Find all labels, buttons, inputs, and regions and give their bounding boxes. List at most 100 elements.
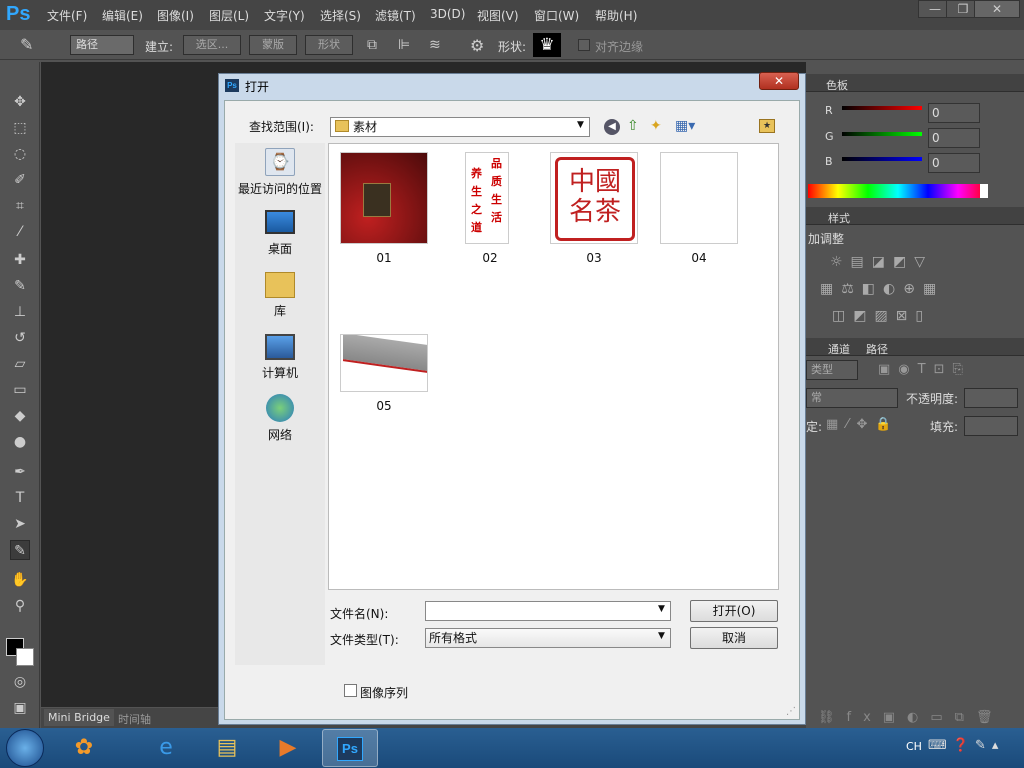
brush-tool-icon[interactable]: ✎ (10, 276, 30, 296)
crown-shape-icon[interactable]: ♛ (533, 33, 561, 57)
image-sequence-checkbox[interactable] (344, 684, 357, 697)
adjustment-icons-row-3[interactable]: ◫◩▨⊠▯ (832, 308, 931, 324)
b-value-field[interactable]: 0 (928, 153, 980, 173)
menu-edit[interactable]: 编辑(E) (102, 7, 143, 24)
healing-brush-tool-icon[interactable]: ✚ (10, 250, 30, 270)
path-selection-tool-icon[interactable]: ➤ (10, 514, 30, 534)
menu-image[interactable]: 图像(I) (157, 7, 194, 24)
back-icon[interactable]: ◀ (604, 119, 620, 135)
menu-select[interactable]: 选择(S) (320, 7, 361, 24)
gear-icon[interactable]: ⚙ (470, 36, 484, 55)
align-edges-checkbox[interactable] (578, 39, 590, 51)
make-shape-button[interactable]: 形状 (305, 35, 353, 55)
path-alignment-icon[interactable]: ⊫ (398, 37, 410, 53)
menu-layer[interactable]: 图层(L) (209, 7, 249, 24)
g-slider[interactable] (842, 132, 922, 136)
g-value-field[interactable]: 0 (928, 128, 980, 148)
blur-tool-icon[interactable]: ◆ (10, 406, 30, 426)
fill-field[interactable] (964, 416, 1018, 436)
menu-window[interactable]: 窗口(W) (534, 7, 579, 24)
tab-styles[interactable]: 样式 (828, 210, 850, 226)
screen-mode-icon[interactable]: ▣ (10, 698, 30, 718)
quick-selection-tool-icon[interactable]: ✐ (10, 170, 30, 190)
background-color-swatch[interactable] (16, 648, 34, 666)
input-language[interactable]: CH (906, 740, 922, 753)
eyedropper-tool-icon[interactable]: ⁄ (10, 222, 30, 242)
filetype-select[interactable]: 所有格式 (425, 628, 671, 648)
move-tool-icon[interactable]: ✥ (10, 92, 30, 112)
app-icon-colorful[interactable]: ✿ (66, 730, 102, 766)
filename-input[interactable] (425, 601, 671, 621)
dodge-tool-icon[interactable]: ● (10, 432, 30, 452)
layer-filter-icons[interactable]: ▣◉T⊡⎘ (878, 362, 971, 377)
adjustment-icons-row-2[interactable]: ▦⚖◧◐⊕▦ (820, 281, 944, 297)
close-app-button[interactable]: ✕ (974, 0, 1020, 18)
adjustment-icons-row-1[interactable]: ☼▤◪◩▽ (830, 254, 933, 270)
chevron-down-icon[interactable]: ▼ (658, 604, 665, 614)
view-menu-icon[interactable]: ▦▾ (675, 118, 695, 134)
lasso-tool-icon[interactable]: ◌ (10, 144, 30, 164)
hand-tool-icon[interactable]: ✋ (10, 570, 30, 590)
resize-grip-icon[interactable]: ⋰ (786, 706, 796, 717)
menu-3d[interactable]: 3D(D) (430, 7, 465, 21)
crop-tool-icon[interactable]: ⌗ (10, 196, 30, 216)
internet-explorer-icon[interactable]: e (148, 730, 184, 766)
make-selection-button[interactable]: 选区... (183, 35, 241, 55)
menu-view[interactable]: 视图(V) (477, 7, 519, 24)
file-thumb-04[interactable] (660, 152, 738, 244)
path-arrange-icon[interactable]: ≋ (429, 37, 441, 53)
file-explorer-icon[interactable]: ▤ (209, 730, 245, 766)
lookin-dropdown[interactable]: 素材 (330, 117, 590, 137)
start-button[interactable] (6, 729, 44, 767)
menu-filter[interactable]: 滤镜(T) (375, 7, 416, 24)
tab-swatches[interactable]: 色板 (826, 77, 848, 93)
path-operations-icon[interactable]: ⧉ (367, 37, 377, 53)
opacity-field[interactable] (964, 388, 1018, 408)
clone-stamp-tool-icon[interactable]: ⊥ (10, 302, 30, 322)
dialog-close-button[interactable]: ✕ (759, 72, 799, 90)
place-recent[interactable]: ⌚ 最近访问的位置 (235, 148, 325, 197)
quick-mask-icon[interactable]: ◎ (10, 672, 30, 692)
color-spectrum-bar[interactable] (808, 184, 988, 198)
file-thumb-01[interactable] (340, 152, 428, 244)
new-folder-icon[interactable]: ✦ (650, 118, 662, 134)
b-slider[interactable] (842, 157, 922, 161)
mode-select[interactable]: 路径 (70, 35, 134, 55)
r-value-field[interactable]: 0 (928, 103, 980, 123)
eraser-tool-icon[interactable]: ▱ (10, 354, 30, 374)
menu-type[interactable]: 文字(Y) (264, 7, 305, 24)
place-network[interactable]: 网络 (235, 394, 325, 443)
layers-footer-icons[interactable]: ⛓fx▣◐▭⧉🗑 (818, 710, 1004, 725)
zoom-tool-icon[interactable]: ⚲ (10, 596, 30, 616)
freeform-pen-icon[interactable]: ✎ (20, 35, 42, 55)
place-computer[interactable]: 计算机 (235, 334, 325, 381)
type-tool-icon[interactable]: T (10, 488, 30, 508)
open-button[interactable]: 打开(O) (690, 600, 778, 622)
custom-shape-tool-icon[interactable]: ✎ (10, 540, 30, 560)
up-folder-icon[interactable]: ⇧ (627, 118, 639, 134)
marquee-tool-icon[interactable]: ⬚ (10, 118, 30, 138)
tab-paths[interactable]: 路径 (866, 341, 888, 357)
menu-help[interactable]: 帮助(H) (595, 7, 637, 24)
tab-mini-bridge[interactable]: Mini Bridge (44, 709, 114, 726)
photoshop-taskbar-item[interactable]: Ps (322, 729, 378, 767)
chevron-down-icon[interactable]: ▼ (658, 631, 665, 641)
bridge-folder-icon[interactable]: ★ (759, 119, 775, 133)
gradient-tool-icon[interactable]: ▭ (10, 380, 30, 400)
file-thumb-05[interactable] (340, 334, 428, 392)
tray-icons[interactable]: ⌨❓✎▴ (928, 738, 1004, 753)
menu-file[interactable]: 文件(F) (47, 7, 87, 24)
make-mask-button[interactable]: 蒙版 (249, 35, 297, 55)
r-slider[interactable] (842, 106, 922, 110)
tab-channels[interactable]: 通道 (828, 341, 850, 357)
place-desktop[interactable]: 桌面 (235, 210, 325, 257)
history-brush-tool-icon[interactable]: ↺ (10, 328, 30, 348)
media-player-icon[interactable]: ▶ (270, 730, 306, 766)
tab-timeline[interactable]: 时间轴 (118, 711, 151, 727)
cancel-button[interactable]: 取消 (690, 627, 778, 649)
blend-mode-select[interactable]: 常 (806, 388, 898, 408)
file-thumb-03[interactable]: 中國名茶 (550, 152, 638, 244)
place-library[interactable]: 库 (235, 272, 325, 319)
pen-tool-icon[interactable]: ✒ (10, 462, 30, 482)
layer-kind-filter[interactable]: 类型 (806, 360, 858, 380)
